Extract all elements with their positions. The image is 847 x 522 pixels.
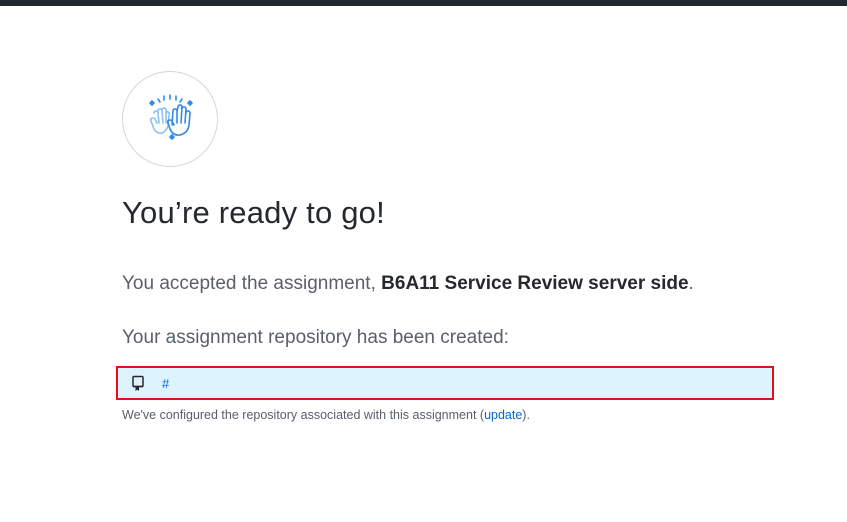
repo-row: #	[122, 370, 768, 396]
repo-link[interactable]: #	[162, 376, 169, 391]
accepted-prefix: You accepted the assignment,	[122, 273, 382, 294]
configured-suffix: ).	[522, 408, 530, 422]
update-link[interactable]: update	[484, 408, 522, 422]
assignment-name: B6A11 Service Review server side	[381, 273, 689, 294]
repo-icon	[130, 375, 146, 391]
repo-created-message: Your assignment repository has been crea…	[122, 327, 509, 348]
page-title: You’re ready to go!	[122, 195, 385, 230]
high-five-icon	[122, 71, 218, 167]
accepted-message: You accepted the assignment, B6A11 Servi…	[122, 271, 782, 297]
accepted-suffix: .	[688, 273, 694, 294]
success-panel: You’re ready to go! You accepted the ass…	[122, 71, 782, 351]
repo-highlight-box: #	[116, 366, 774, 400]
configured-note: We've configured the repository associat…	[122, 407, 530, 423]
configured-prefix: We've configured the repository associat…	[122, 408, 485, 422]
top-bar	[0, 0, 847, 6]
